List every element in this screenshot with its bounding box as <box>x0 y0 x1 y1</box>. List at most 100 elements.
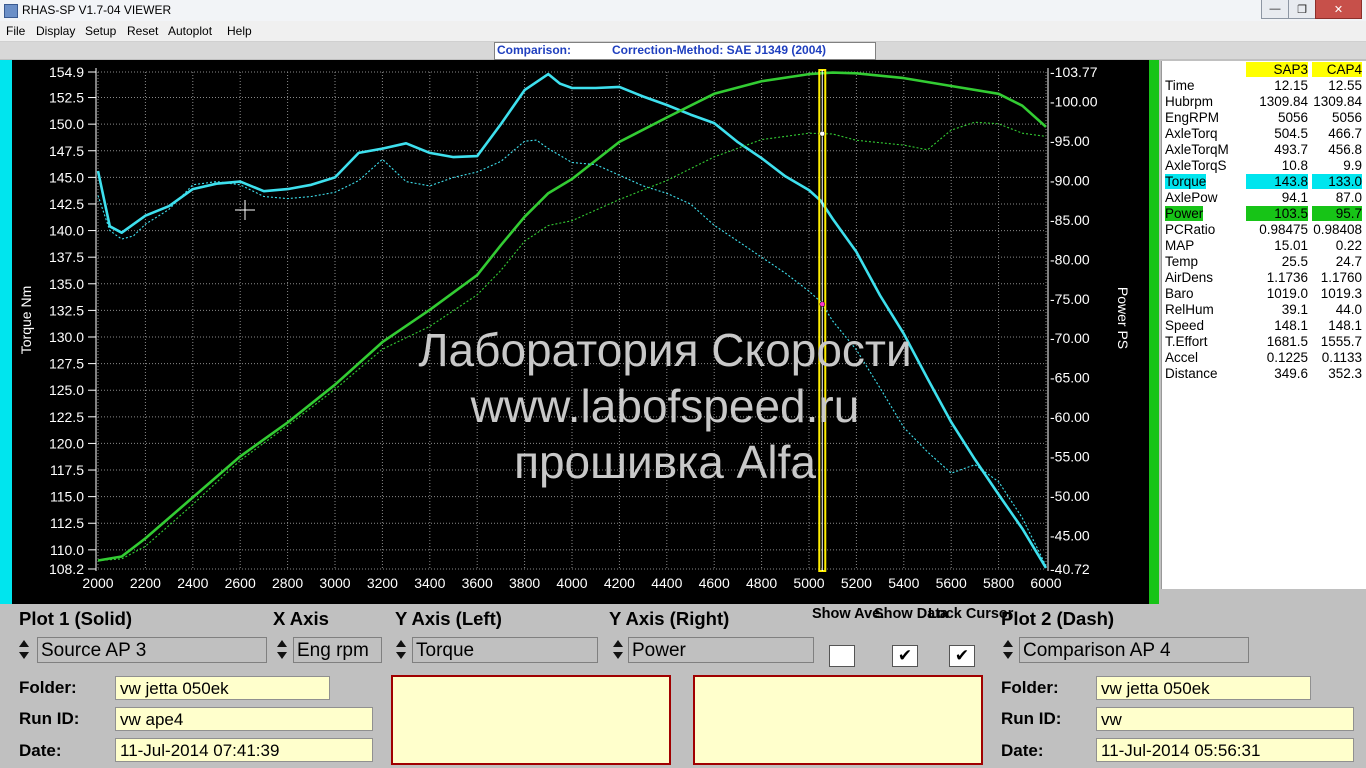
run2-date-field[interactable]: 11-Jul-2014 05:56:31 <box>1096 738 1354 762</box>
run1-notes-box[interactable] <box>391 675 671 765</box>
spin-up-icon[interactable] <box>613 640 623 647</box>
x-tick-label: 2000 <box>82 575 113 591</box>
plot2-spinner[interactable] <box>1001 637 1015 663</box>
data-value-cap4: 148.1 <box>1328 318 1362 333</box>
x-tick-label: 3800 <box>509 575 540 591</box>
data-row-label: Time <box>1165 78 1195 93</box>
spin-down-icon[interactable] <box>613 652 623 659</box>
data-row-label: AirDens <box>1165 270 1214 285</box>
header-sap3: SAP3 <box>1246 62 1308 77</box>
data-row-engrpm: EngRPM 5056 5056 <box>1162 110 1366 126</box>
spin-up-icon[interactable] <box>396 640 406 647</box>
power-cursor-marker <box>819 130 826 137</box>
run2-folder-label: Folder: <box>1001 678 1059 697</box>
dyno-chart[interactable]: 2000 2200 2400 2600 2800 3000 3200 3400 3600 3800… <box>12 60 1149 604</box>
y-left-tick-label: 145.0 <box>49 169 84 185</box>
run1-runid-field[interactable]: vw ape4 <box>115 707 373 731</box>
x-tick-label: 4000 <box>556 575 587 591</box>
yaxis-right-spinner[interactable] <box>611 637 625 663</box>
x-tick-label: 4800 <box>746 575 777 591</box>
data-value-cap4: 95.7 <box>1312 206 1362 221</box>
menu-help[interactable]: Help <box>227 24 252 38</box>
plot1-spinner[interactable] <box>17 637 31 663</box>
yaxis-left-select[interactable]: Torque <box>412 637 598 663</box>
data-value-cap4: 12.55 <box>1328 78 1362 93</box>
y-right-tick-label: -50.00 <box>1050 488 1090 504</box>
menu-display[interactable]: Display <box>36 24 75 38</box>
spin-up-icon[interactable] <box>1003 640 1013 647</box>
data-value-sap3: 349.6 <box>1274 366 1308 381</box>
data-value-cap4: 466.7 <box>1328 126 1362 141</box>
show-ave-label: Show Ave. <box>812 606 885 622</box>
close-button[interactable]: ✕ <box>1315 0 1362 19</box>
spin-up-icon[interactable] <box>19 640 29 647</box>
data-row-axlepow: AxlePow 94.1 87.0 <box>1162 190 1366 206</box>
run2-notes-box[interactable] <box>693 675 983 765</box>
data-row-label: Baro <box>1165 286 1194 301</box>
menu-autoplot[interactable]: Autoplot <box>168 24 212 38</box>
data-value-sap3: 143.8 <box>1246 174 1308 189</box>
data-row-label: MAP <box>1165 238 1195 253</box>
y-right-tick-label: -65.00 <box>1050 370 1090 386</box>
yaxis-right-label: Y Axis (Right) <box>609 608 730 629</box>
y-right-tick-label: -70.00 <box>1050 330 1090 346</box>
run1-folder-field[interactable]: vw jetta 050ek <box>115 676 330 700</box>
x-tick-label: 3000 <box>319 575 350 591</box>
run1-date-field[interactable]: 11-Jul-2014 07:41:39 <box>115 738 373 762</box>
y-left-tick-label: 130.0 <box>49 329 84 345</box>
data-value-cap4: 87.0 <box>1335 190 1362 205</box>
y-left-tick-label: 140.0 <box>49 223 84 239</box>
menu-reset[interactable]: Reset <box>127 24 158 38</box>
plot1-select[interactable]: Source AP 3 <box>37 637 267 663</box>
data-value-sap3: 0.1225 <box>1266 350 1308 365</box>
lock-cursor-checkbox[interactable]: ✔ <box>949 645 975 667</box>
data-row-distance: Distance 349.6 352.3 <box>1162 366 1366 382</box>
menu-bar: File Display Setup Reset Autoplot Help <box>0 21 1366 42</box>
spin-down-icon[interactable] <box>396 652 406 659</box>
lock-cursor-label: Lock Cursor <box>928 606 1014 622</box>
show-ave-checkbox[interactable] <box>829 645 855 667</box>
data-value-cap4: 9.9 <box>1343 158 1362 173</box>
minimize-button[interactable]: — <box>1261 0 1289 19</box>
x-tick-label: 3400 <box>414 575 445 591</box>
data-value-cap4: 5056 <box>1331 110 1362 125</box>
data-value-sap3: 0.98475 <box>1259 222 1308 237</box>
data-value-sap3: 1.1736 <box>1266 270 1308 285</box>
data-row-accel: Accel 0.1225 0.1133 <box>1162 350 1366 366</box>
show-data-checkbox[interactable]: ✔ <box>892 645 918 667</box>
plot2-select[interactable]: Comparison AP 4 <box>1019 637 1249 663</box>
data-row-label: PCRatio <box>1165 222 1216 237</box>
run1-date-label: Date: <box>19 741 62 760</box>
xaxis-select[interactable]: Eng rpm <box>293 637 382 663</box>
chart-canvas[interactable]: 2000 2200 2400 2600 2800 3000 3200 3400 3600 3800… <box>12 60 1149 604</box>
run2-date-label: Date: <box>1001 741 1044 760</box>
y-right-tick-label: -80.00 <box>1050 251 1090 267</box>
menu-setup[interactable]: Setup <box>85 24 116 38</box>
xaxis-spinner[interactable] <box>275 637 289 663</box>
y-right-tick-label: -40.72 <box>1050 561 1090 577</box>
x-tick-label: 3600 <box>462 575 493 591</box>
data-value-cap4: 456.8 <box>1328 142 1362 157</box>
y-right-axis-title: Power PS <box>1115 287 1131 349</box>
spin-down-icon[interactable] <box>277 652 287 659</box>
spin-down-icon[interactable] <box>19 652 29 659</box>
maximize-button[interactable]: ❐ <box>1288 0 1316 19</box>
data-row-time: Time 12.15 12.55 <box>1162 78 1366 94</box>
yaxis-left-spinner[interactable] <box>394 637 408 663</box>
data-row-power: Power 103.5 95.7 <box>1162 206 1366 222</box>
y-right-tick-label: -85.00 <box>1050 212 1090 228</box>
menu-file[interactable]: File <box>6 24 25 38</box>
spin-down-icon[interactable] <box>1003 652 1013 659</box>
data-value-sap3: 25.5 <box>1281 254 1308 269</box>
y-left-tick-label: 117.5 <box>50 462 84 478</box>
run2-runid-field[interactable]: vw <box>1096 707 1354 731</box>
data-value-sap3: 1309.84 <box>1259 94 1308 109</box>
bottom-controls: Plot 1 (Solid) X Axis Y Axis (Left) Y Ax… <box>0 604 1366 768</box>
spin-up-icon[interactable] <box>277 640 287 647</box>
x-tick-label: 2600 <box>225 575 256 591</box>
data-row-temp: Temp 25.5 24.7 <box>1162 254 1366 270</box>
data-value-cap4: 44.0 <box>1335 302 1362 317</box>
data-value-sap3: 15.01 <box>1274 238 1308 253</box>
run2-folder-field[interactable]: vw jetta 050ek <box>1096 676 1311 700</box>
yaxis-right-select[interactable]: Power <box>628 637 814 663</box>
